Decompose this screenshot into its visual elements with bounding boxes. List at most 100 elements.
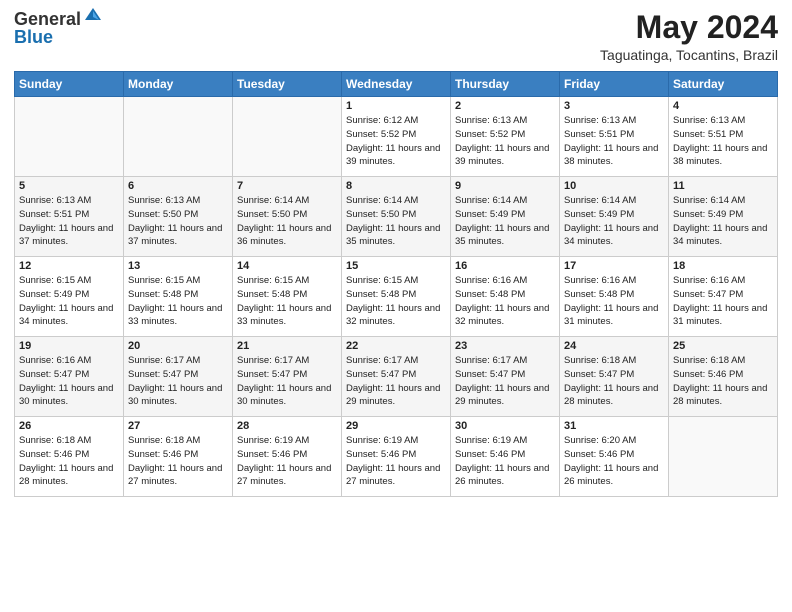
day-cell: 11 Sunrise: 6:14 AM Sunset: 5:49 PM Dayli… [669, 177, 778, 257]
day-number: 7 [237, 180, 337, 192]
day-info: Sunrise: 6:13 AM Sunset: 5:51 PM Dayligh… [564, 114, 664, 169]
day-info: Sunrise: 6:14 AM Sunset: 5:50 PM Dayligh… [237, 194, 337, 249]
day-cell [15, 97, 124, 177]
col-saturday: Saturday [669, 72, 778, 97]
header: General Blue May 2024 Taguatinga, Tocant… [14, 10, 778, 63]
header-row: Sunday Monday Tuesday Wednesday Thursday… [15, 72, 778, 97]
day-cell: 19 Sunrise: 6:16 AM Sunset: 5:47 PM Dayli… [15, 337, 124, 417]
day-info: Sunrise: 6:13 AM Sunset: 5:51 PM Dayligh… [673, 114, 773, 169]
day-info: Sunrise: 6:15 AM Sunset: 5:48 PM Dayligh… [128, 274, 228, 329]
day-cell: 17Sunrise: 6:16 AM Sunset: 5:48 PM Dayli… [560, 257, 669, 337]
day-info: Sunrise: 6:14 AM Sunset: 5:49 PM Dayligh… [455, 194, 555, 249]
day-info: Sunrise: 6:17 AM Sunset: 5:47 PM Dayligh… [346, 354, 446, 409]
day-info: Sunrise: 6:18 AM Sunset: 5:46 PM Dayligh… [19, 434, 119, 489]
day-cell: 21 Sunrise: 6:17 AM Sunset: 5:47 PM Dayli… [233, 337, 342, 417]
day-info: Sunrise: 6:16 AM Sunset: 5:48 PM Dayligh… [455, 274, 555, 329]
day-number: 10 [564, 180, 664, 192]
day-info: Sunrise: 6:13 AM Sunset: 5:51 PM Dayligh… [19, 194, 119, 249]
day-number: 21 [237, 340, 337, 352]
calendar-table: Sunday Monday Tuesday Wednesday Thursday… [14, 71, 778, 497]
day-info: Sunrise: 6:18 AM Sunset: 5:46 PM Dayligh… [128, 434, 228, 489]
day-number: 24 [564, 340, 664, 352]
day-cell: 15 Sunrise: 6:15 AM Sunset: 5:48 PM Dayli… [342, 257, 451, 337]
day-cell: 25Sunrise: 6:18 AM Sunset: 5:46 PM Dayli… [669, 337, 778, 417]
col-tuesday: Tuesday [233, 72, 342, 97]
day-info: Sunrise: 6:19 AM Sunset: 5:46 PM Dayligh… [346, 434, 446, 489]
day-info: Sunrise: 6:12 AM Sunset: 5:52 PM Dayligh… [346, 114, 446, 169]
col-thursday: Thursday [451, 72, 560, 97]
day-info: Sunrise: 6:16 AM Sunset: 5:47 PM Dayligh… [673, 274, 773, 329]
day-info: Sunrise: 6:19 AM Sunset: 5:46 PM Dayligh… [455, 434, 555, 489]
day-cell: 31Sunrise: 6:20 AM Sunset: 5:46 PM Dayli… [560, 417, 669, 497]
calendar-header: Sunday Monday Tuesday Wednesday Thursday… [15, 72, 778, 97]
day-number: 25 [673, 340, 773, 352]
title-block: May 2024 Taguatinga, Tocantins, Brazil [600, 10, 778, 63]
day-number: 1 [346, 100, 446, 112]
day-number: 9 [455, 180, 555, 192]
day-cell: 26Sunrise: 6:18 AM Sunset: 5:46 PM Dayli… [15, 417, 124, 497]
day-number: 17 [564, 260, 664, 272]
day-number: 12 [19, 260, 119, 272]
day-cell: 13 Sunrise: 6:15 AM Sunset: 5:48 PM Dayli… [124, 257, 233, 337]
day-info: Sunrise: 6:13 AM Sunset: 5:50 PM Dayligh… [128, 194, 228, 249]
day-number: 15 [346, 260, 446, 272]
day-number: 23 [455, 340, 555, 352]
day-cell: 6Sunrise: 6:13 AM Sunset: 5:50 PM Daylig… [124, 177, 233, 257]
day-cell: 10 Sunrise: 6:14 AM Sunset: 5:49 PM Dayli… [560, 177, 669, 257]
day-info: Sunrise: 6:19 AM Sunset: 5:46 PM Dayligh… [237, 434, 337, 489]
day-info: Sunrise: 6:17 AM Sunset: 5:47 PM Dayligh… [237, 354, 337, 409]
day-number: 8 [346, 180, 446, 192]
day-info: Sunrise: 6:18 AM Sunset: 5:47 PM Dayligh… [564, 354, 664, 409]
logo-blue-text: Blue [14, 27, 53, 47]
day-number: 11 [673, 180, 773, 192]
day-info: Sunrise: 6:15 AM Sunset: 5:48 PM Dayligh… [346, 274, 446, 329]
day-cell: 29Sunrise: 6:19 AM Sunset: 5:46 PM Dayli… [342, 417, 451, 497]
day-cell: 18 Sunrise: 6:16 AM Sunset: 5:47 PM Dayli… [669, 257, 778, 337]
day-info: Sunrise: 6:14 AM Sunset: 5:49 PM Dayligh… [673, 194, 773, 249]
day-cell: 8 Sunrise: 6:14 AM Sunset: 5:50 PM Daylig… [342, 177, 451, 257]
day-info: Sunrise: 6:17 AM Sunset: 5:47 PM Dayligh… [455, 354, 555, 409]
main-container: General Blue May 2024 Taguatinga, Tocant… [0, 0, 792, 503]
day-number: 22 [346, 340, 446, 352]
day-number: 13 [128, 260, 228, 272]
day-cell: 14Sunrise: 6:15 AM Sunset: 5:48 PM Dayli… [233, 257, 342, 337]
day-info: Sunrise: 6:16 AM Sunset: 5:47 PM Dayligh… [19, 354, 119, 409]
day-number: 18 [673, 260, 773, 272]
day-cell: 24 Sunrise: 6:18 AM Sunset: 5:47 PM Dayli… [560, 337, 669, 417]
day-number: 31 [564, 420, 664, 432]
day-number: 14 [237, 260, 337, 272]
day-cell: 28 Sunrise: 6:19 AM Sunset: 5:46 PM Dayli… [233, 417, 342, 497]
day-cell: 9 Sunrise: 6:14 AM Sunset: 5:49 PM Daylig… [451, 177, 560, 257]
day-cell: 4Sunrise: 6:13 AM Sunset: 5:51 PM Daylig… [669, 97, 778, 177]
col-friday: Friday [560, 72, 669, 97]
day-cell [124, 97, 233, 177]
day-number: 20 [128, 340, 228, 352]
day-info: Sunrise: 6:13 AM Sunset: 5:52 PM Dayligh… [455, 114, 555, 169]
day-cell: 1 Sunrise: 6:12 AM Sunset: 5:52 PM Daylig… [342, 97, 451, 177]
day-number: 30 [455, 420, 555, 432]
day-cell: 16Sunrise: 6:16 AM Sunset: 5:48 PM Dayli… [451, 257, 560, 337]
day-info: Sunrise: 6:14 AM Sunset: 5:50 PM Dayligh… [346, 194, 446, 249]
day-cell: 27 Sunrise: 6:18 AM Sunset: 5:46 PM Dayli… [124, 417, 233, 497]
day-number: 5 [19, 180, 119, 192]
day-number: 19 [19, 340, 119, 352]
day-cell: 2Sunrise: 6:13 AM Sunset: 5:52 PM Daylig… [451, 97, 560, 177]
month-year: May 2024 [600, 10, 778, 45]
week-row-1: 1 Sunrise: 6:12 AM Sunset: 5:52 PM Daylig… [15, 97, 778, 177]
calendar-body: 1 Sunrise: 6:12 AM Sunset: 5:52 PM Daylig… [15, 97, 778, 497]
week-row-2: 5 Sunrise: 6:13 AM Sunset: 5:51 PM Daylig… [15, 177, 778, 257]
day-number: 28 [237, 420, 337, 432]
day-cell [669, 417, 778, 497]
day-cell: 23 Sunrise: 6:17 AM Sunset: 5:47 PM Dayli… [451, 337, 560, 417]
week-row-3: 12Sunrise: 6:15 AM Sunset: 5:49 PM Dayli… [15, 257, 778, 337]
day-number: 27 [128, 420, 228, 432]
day-cell: 30 Sunrise: 6:19 AM Sunset: 5:46 PM Dayli… [451, 417, 560, 497]
day-info: Sunrise: 6:17 AM Sunset: 5:47 PM Dayligh… [128, 354, 228, 409]
week-row-4: 19 Sunrise: 6:16 AM Sunset: 5:47 PM Dayli… [15, 337, 778, 417]
week-row-5: 26Sunrise: 6:18 AM Sunset: 5:46 PM Dayli… [15, 417, 778, 497]
day-cell: 3 Sunrise: 6:13 AM Sunset: 5:51 PM Daylig… [560, 97, 669, 177]
col-wednesday: Wednesday [342, 72, 451, 97]
day-number: 3 [564, 100, 664, 112]
logo: General Blue [14, 10, 103, 48]
day-info: Sunrise: 6:14 AM Sunset: 5:49 PM Dayligh… [564, 194, 664, 249]
